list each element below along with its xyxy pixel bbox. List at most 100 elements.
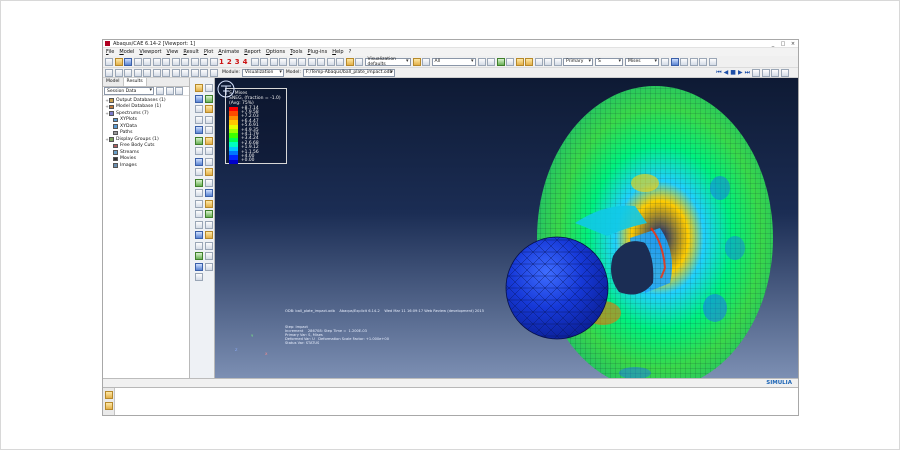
- zoom-icon[interactable]: [279, 57, 287, 66]
- view-2-button[interactable]: 2: [227, 58, 232, 66]
- wireframe-icon[interactable]: [326, 57, 335, 66]
- result-options-icon[interactable]: [205, 220, 213, 229]
- menu-plot[interactable]: Plot: [204, 49, 213, 55]
- auto-fit-icon[interactable]: [298, 57, 306, 66]
- view-top-icon[interactable]: [190, 57, 199, 66]
- visualization-defaults-select[interactable]: Visualization defaults: [364, 57, 411, 67]
- display-group-create-icon[interactable]: [205, 210, 213, 218]
- layout-3-icon[interactable]: [699, 57, 707, 66]
- link-viewports-icon[interactable]: [190, 68, 199, 77]
- menu-model[interactable]: Model: [119, 49, 134, 55]
- tile-icon[interactable]: [171, 68, 180, 77]
- minimize-button[interactable]: _: [768, 41, 778, 47]
- tree-collapse-icon[interactable]: [175, 87, 183, 95]
- query-icon[interactable]: [250, 57, 259, 66]
- common-options-icon[interactable]: [195, 115, 203, 124]
- stream-icon[interactable]: [205, 178, 213, 187]
- deformed-icon[interactable]: [525, 57, 533, 66]
- display-options-icon[interactable]: [412, 57, 421, 66]
- undeformed-icon[interactable]: [515, 57, 524, 66]
- replace-icon[interactable]: [487, 57, 495, 66]
- open-folder-icon[interactable]: [114, 57, 123, 66]
- step-select-icon[interactable]: [771, 68, 779, 77]
- field-output-icon[interactable]: [195, 231, 203, 239]
- section-points-icon[interactable]: [195, 241, 203, 250]
- menu-options[interactable]: Options: [266, 49, 285, 55]
- superimpose-options-icon[interactable]: [205, 115, 213, 124]
- first-frame-icon[interactable]: ⏮: [716, 69, 721, 77]
- rotate-icon[interactable]: [269, 57, 278, 66]
- layout-1-icon[interactable]: [680, 57, 688, 66]
- render-style-icon[interactable]: [345, 57, 354, 66]
- new-file-icon[interactable]: [105, 57, 113, 66]
- view-iso-icon[interactable]: [209, 57, 218, 66]
- save-icon[interactable]: [124, 57, 132, 66]
- display-group-manager-icon[interactable]: [195, 220, 203, 229]
- material-orientation-icon[interactable]: [553, 57, 562, 66]
- viewport-icon[interactable]: [162, 68, 170, 77]
- plot-deformed-icon[interactable]: [205, 84, 213, 92]
- contour-icon[interactable]: [534, 57, 543, 66]
- session-data-select[interactable]: Session Data: [104, 87, 154, 95]
- tab-model[interactable]: Model: [103, 78, 124, 86]
- view-cut-icon[interactable]: [195, 189, 203, 197]
- view-manipulation-cube-icon[interactable]: [215, 78, 237, 100]
- display-group-icon[interactable]: [477, 57, 486, 66]
- symbol-icon[interactable]: [544, 57, 552, 66]
- whats-this-icon[interactable]: ?: [349, 49, 352, 55]
- select-icon[interactable]: [143, 57, 151, 66]
- field-output-icon[interactable]: [661, 57, 669, 66]
- create-path-icon[interactable]: [195, 178, 203, 187]
- menu-tools[interactable]: Tools: [290, 49, 302, 55]
- tree-item[interactable]: Images: [105, 162, 189, 169]
- model-tree-icon[interactable]: [114, 68, 123, 77]
- menu-file[interactable]: File: [106, 49, 114, 55]
- tab-results[interactable]: Results: [123, 78, 147, 86]
- view-front-icon[interactable]: [152, 57, 161, 66]
- lighting-icon[interactable]: [195, 273, 203, 281]
- pan-icon[interactable]: [260, 57, 268, 66]
- cycle-views-icon[interactable]: [307, 57, 316, 66]
- model-select[interactable]: F:/Temp-Abaqus/ball_plate_impact.odb: [302, 68, 395, 77]
- tools-icon[interactable]: [205, 241, 213, 250]
- primary-select[interactable]: Primary: [563, 57, 593, 66]
- animation-options-icon[interactable]: [195, 157, 203, 166]
- free-body-icon[interactable]: [205, 189, 213, 197]
- contour-options-icon[interactable]: [195, 126, 203, 134]
- animation-settings-icon[interactable]: [780, 68, 789, 77]
- maximize-button[interactable]: □: [778, 41, 788, 47]
- close-button[interactable]: ×: [788, 41, 798, 47]
- hidden-line-icon[interactable]: [336, 57, 344, 66]
- plot-undeformed-icon[interactable]: [195, 84, 203, 92]
- camera-icon[interactable]: [195, 262, 203, 271]
- animate-scale-icon[interactable]: [205, 136, 213, 145]
- report-field-icon[interactable]: [205, 199, 213, 208]
- view-back-icon[interactable]: [162, 57, 170, 66]
- message-area-icon[interactable]: [105, 391, 113, 399]
- tree-expand-icon[interactable]: [165, 87, 174, 95]
- xy-plot-icon[interactable]: [195, 168, 203, 176]
- allow-multiple-plots-icon[interactable]: [205, 105, 213, 113]
- filter-icon[interactable]: [422, 57, 430, 66]
- viewport[interactable]: S, Mises SNEG, (fraction = -1.0) (Avg: 7…: [215, 78, 798, 378]
- menu-result[interactable]: Result: [183, 49, 198, 55]
- copy-icon[interactable]: [133, 68, 142, 77]
- frame-select-icon[interactable]: [761, 68, 770, 77]
- shaded-icon[interactable]: [355, 57, 363, 66]
- view-left-icon[interactable]: [171, 57, 180, 66]
- tree-toggle-icon[interactable]: [105, 68, 113, 77]
- animate-harmonic-icon[interactable]: [205, 147, 213, 155]
- menu-view[interactable]: View: [167, 49, 179, 55]
- overlay-icon[interactable]: [209, 68, 218, 77]
- view-bottom-icon[interactable]: [200, 57, 208, 66]
- arrow-icon[interactable]: [205, 252, 213, 260]
- view-3-button[interactable]: 3: [235, 58, 240, 66]
- menu-animate[interactable]: Animate: [218, 49, 239, 55]
- stop-icon[interactable]: ■: [730, 69, 736, 76]
- info-icon[interactable]: [670, 57, 679, 66]
- print-icon[interactable]: [133, 57, 142, 66]
- view-right-icon[interactable]: [181, 57, 189, 66]
- menu-report[interactable]: Report: [244, 49, 261, 55]
- cascade-icon[interactable]: [181, 68, 189, 77]
- plot-symbols-icon[interactable]: [205, 94, 213, 103]
